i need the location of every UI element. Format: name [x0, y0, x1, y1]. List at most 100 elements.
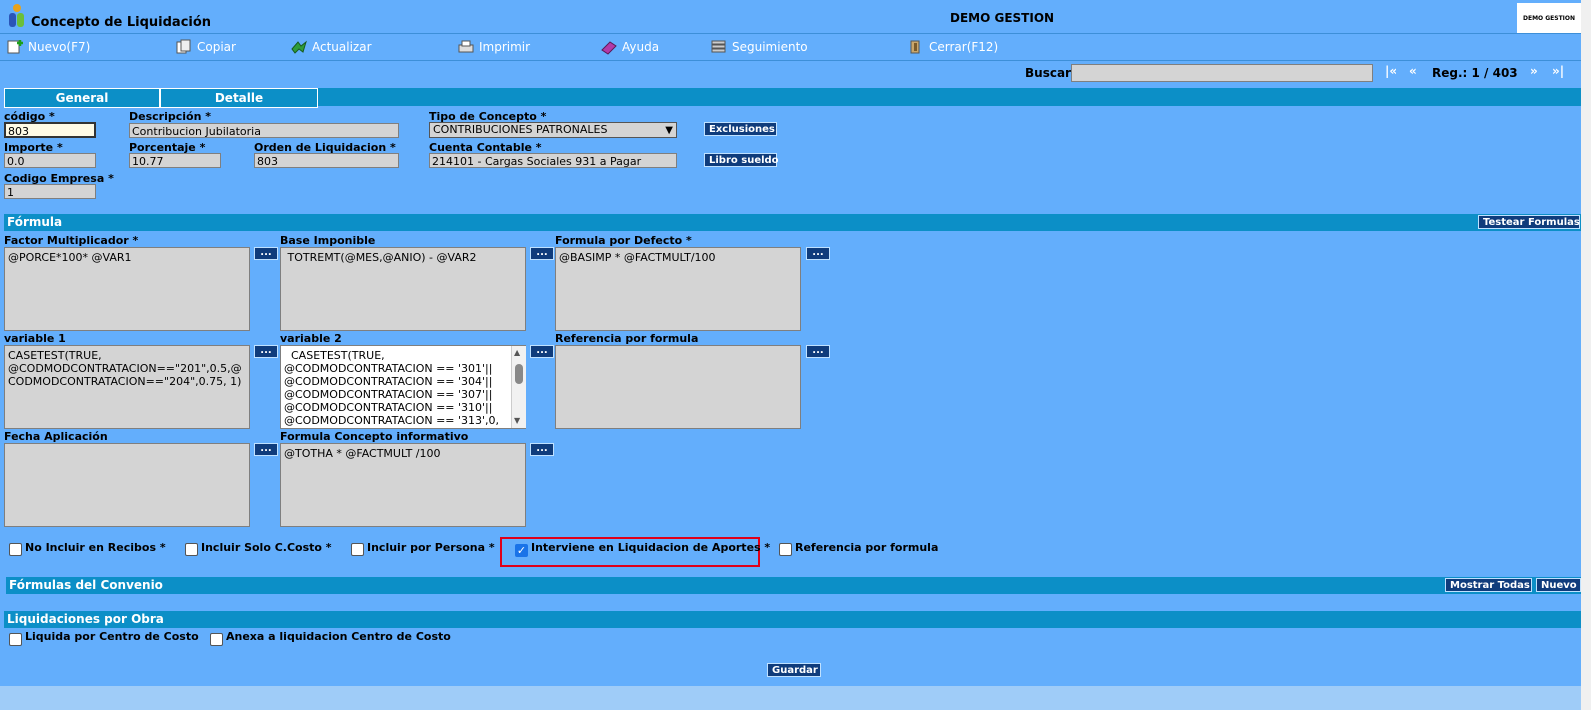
codigo-input[interactable]: 803 — [4, 122, 96, 138]
formula-section-header: Fórmula — [4, 214, 1581, 231]
interviene-liquidacion-aportes-checkbox[interactable]: ✓ — [515, 544, 528, 557]
no-incluir-recibos-label: No Incluir en Recibos * — [25, 541, 166, 554]
close-button-label: Cerrar(F12) — [929, 40, 999, 54]
var2-textarea[interactable]: CASETEST(TRUE, @CODMODCONTRATACION == '3… — [280, 345, 526, 429]
base-label: Base Imponible — [280, 234, 376, 247]
print-button-label: Imprimir — [479, 40, 531, 54]
incluir-por-persona-label: Incluir por Persona * — [367, 541, 495, 554]
base-textarea[interactable]: TOTREMT(@MES,@ANIO) - @VAR2 — [280, 247, 526, 331]
close-button[interactable]: Cerrar(F12) — [907, 39, 998, 55]
scroll-thumb[interactable] — [515, 364, 523, 384]
referencia-ellipsis-button[interactable]: ... — [806, 345, 830, 358]
defecto-label: Formula por Defecto * — [555, 234, 692, 247]
incluir-solo-ccosto-label: Incluir Solo C.Costo * — [201, 541, 332, 554]
scroll-down-icon[interactable]: ▼ — [514, 416, 520, 425]
descripcion-input[interactable]: Contribucion Jubilatoria — [129, 123, 399, 138]
tipo-select[interactable]: CONTRIBUCIONES PATRONALES ▼ — [429, 122, 677, 138]
informativo-label: Formula Concepto informativo — [280, 430, 469, 443]
search-input[interactable] — [1071, 64, 1373, 82]
defecto-textarea[interactable]: @BASIMP * @FACTMULT/100 — [555, 247, 801, 331]
importe-input[interactable]: 0.0 — [4, 153, 96, 168]
liquida-centro-costo-checkbox[interactable] — [9, 633, 22, 646]
liquida-centro-costo-label: Liquida por Centro de Costo — [25, 630, 199, 643]
informativo-ellipsis-button[interactable]: ... — [530, 443, 554, 456]
var1-ellipsis-button[interactable]: ... — [254, 345, 278, 358]
new-icon — [7, 40, 23, 54]
informativo-textarea[interactable]: @TOTHA * @FACTMULT /100 — [280, 443, 526, 527]
tipo-select-value: CONTRIBUCIONES PATRONALES — [433, 123, 608, 136]
page-scrollbar[interactable] — [1581, 0, 1591, 710]
tab-general[interactable]: General — [4, 88, 160, 108]
app-logo-icon — [6, 3, 28, 29]
tab-detalle[interactable]: Detalle — [160, 88, 318, 108]
refresh-icon — [291, 40, 307, 54]
app-name: DEMO GESTION — [950, 11, 1055, 25]
referencia-textarea[interactable] — [555, 345, 801, 429]
anexa-liquidacion-label: Anexa a liquidacion Centro de Costo — [226, 630, 451, 643]
defecto-ellipsis-button[interactable]: ... — [806, 247, 830, 260]
var1-textarea[interactable]: CASETEST(TRUE, @CODMODCONTRATACION=="201… — [4, 345, 250, 429]
scroll-up-icon[interactable]: ▲ — [514, 348, 520, 357]
cuenta-input[interactable]: 214101 - Cargas Sociales 931 a Pagar — [429, 153, 677, 168]
exclusiones-button[interactable]: Exclusiones — [704, 122, 777, 136]
factor-label: Factor Multiplicador * — [4, 234, 139, 247]
title-bar — [0, 0, 1581, 34]
tracking-button-label: Seguimiento — [732, 40, 808, 54]
help-icon — [601, 41, 617, 55]
refresh-button-label: Actualizar — [312, 40, 372, 54]
close-icon — [910, 40, 920, 54]
incluir-solo-ccosto-checkbox[interactable] — [185, 543, 198, 556]
next-record-button[interactable]: » — [1530, 64, 1538, 78]
referencia-por-formula-label: Referencia por formula — [795, 541, 939, 554]
fecha-textarea[interactable] — [4, 443, 250, 527]
obra-section-header: Liquidaciones por Obra — [4, 611, 1581, 628]
copy-button[interactable]: Copiar — [175, 39, 236, 55]
record-counter: Reg.: 1 / 403 — [1432, 66, 1518, 80]
new-button[interactable]: Nuevo(F7) — [6, 39, 90, 55]
copy-button-label: Copiar — [197, 40, 236, 54]
first-record-button[interactable]: |« — [1385, 64, 1397, 78]
empresa-input[interactable]: 1 — [4, 184, 96, 199]
factor-ellipsis-button[interactable]: ... — [254, 247, 278, 260]
guardar-button[interactable]: Guardar — [767, 663, 821, 677]
var2-scrollbar[interactable]: ▲ ▼ — [511, 346, 526, 428]
var2-ellipsis-button[interactable]: ... — [530, 345, 554, 358]
fecha-ellipsis-button[interactable]: ... — [254, 443, 278, 456]
var1-label: variable 1 — [4, 332, 66, 345]
orden-input[interactable]: 803 — [254, 153, 399, 168]
no-incluir-recibos-checkbox[interactable] — [9, 543, 22, 556]
window-title: Concepto de Liquidación — [31, 15, 212, 30]
tracking-icon — [711, 40, 726, 53]
mostrar-todas-button[interactable]: Mostrar Todas — [1445, 578, 1532, 592]
refresh-button[interactable]: Actualizar — [290, 39, 372, 55]
chevron-down-icon: ▼ — [665, 125, 673, 136]
print-icon — [458, 40, 474, 53]
descripcion-label: Descripción * — [129, 110, 211, 123]
fecha-label: Fecha Aplicación — [4, 430, 108, 443]
incluir-por-persona-checkbox[interactable] — [351, 543, 364, 556]
search-label: Buscar — [1025, 66, 1071, 80]
new-button-label: Nuevo(F7) — [28, 40, 91, 54]
bottom-strip — [0, 686, 1581, 710]
base-ellipsis-button[interactable]: ... — [530, 247, 554, 260]
print-button[interactable]: Imprimir — [457, 39, 530, 55]
referencia-por-formula-checkbox[interactable] — [779, 543, 792, 556]
help-button[interactable]: Ayuda — [600, 39, 659, 55]
help-button-label: Ayuda — [622, 40, 660, 54]
var2-label: variable 2 — [280, 332, 342, 345]
tracking-button[interactable]: Seguimiento — [710, 39, 808, 55]
anexa-liquidacion-checkbox[interactable] — [210, 633, 223, 646]
testear-formulas-button[interactable]: Testear Formulas — [1478, 215, 1580, 229]
convenio-section-header: Fórmulas del Convenio — [6, 577, 1581, 594]
prev-record-button[interactable]: « — [1409, 64, 1417, 78]
porcentaje-input[interactable]: 10.77 — [129, 153, 221, 168]
last-record-button[interactable]: »| — [1552, 64, 1564, 78]
nuevo-formula-button[interactable]: Nuevo — [1536, 578, 1581, 592]
brand-logo: DEMO GESTION — [1517, 3, 1581, 33]
factor-textarea[interactable]: @PORCE*100* @VAR1 — [4, 247, 250, 331]
toolbar: Nuevo(F7) Copiar Actualizar Imprimir Ayu… — [0, 34, 1581, 61]
copy-icon — [176, 39, 191, 54]
interviene-liquidacion-aportes-label: Interviene en Liquidacion de Aportes * — [531, 541, 771, 554]
referencia-label: Referencia por formula — [555, 332, 699, 345]
libro-sueldo-button[interactable]: Libro sueldo — [704, 153, 779, 167]
